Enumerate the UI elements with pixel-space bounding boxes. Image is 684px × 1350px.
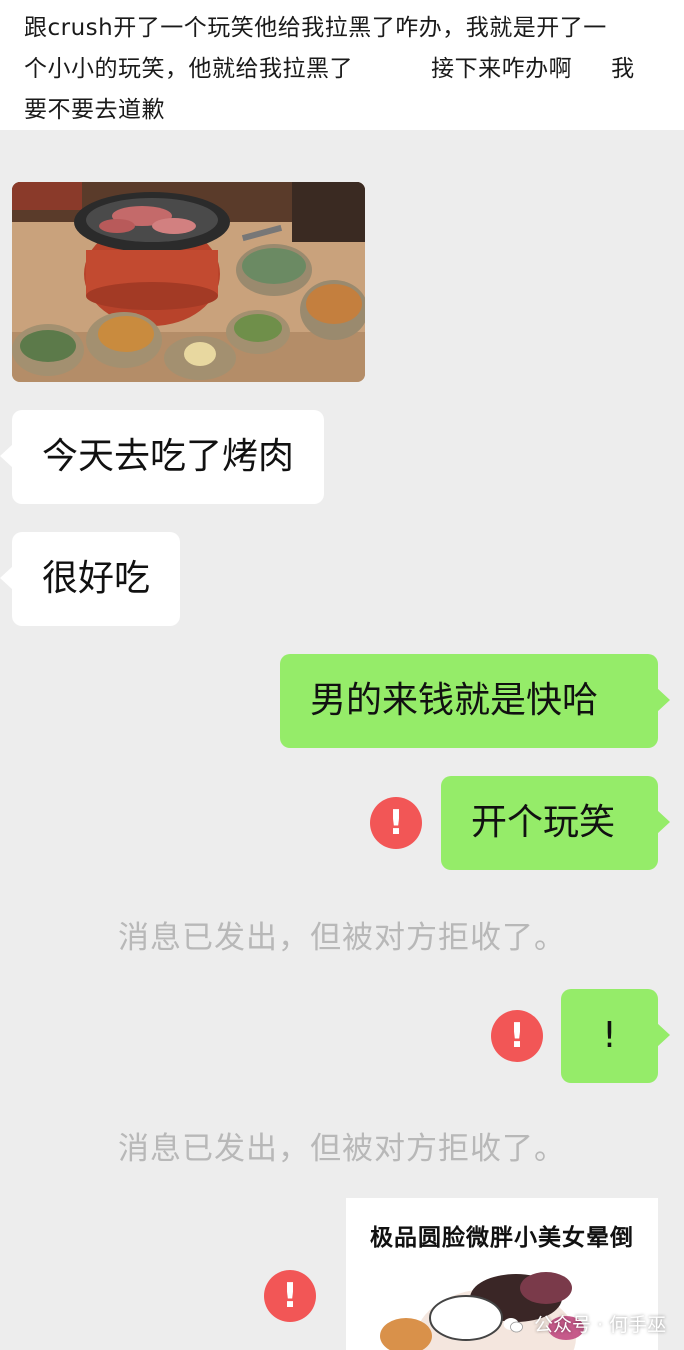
message-text: 开个玩笑 xyxy=(471,802,616,843)
error-icon-glyph: ! xyxy=(282,1276,298,1316)
received-message-bubble[interactable]: 很好吃 xyxy=(0,532,181,626)
post-text-line-2: 个小小的玩笑，他就给我拉黑了 接下来咋办啊 我 xyxy=(24,56,635,82)
bbq-photo-image xyxy=(12,182,365,382)
message-text: ! xyxy=(602,1015,617,1056)
send-failed-error-icon[interactable]: ! xyxy=(370,797,422,849)
watermark-text: 公众号 · 何手巫 xyxy=(534,1314,667,1336)
post-header: 跟crush开了一个玩笑他给我拉黑了咋办，我就是开了一 个小小的玩笑，他就给我拉… xyxy=(0,0,684,130)
error-icon-glyph: ! xyxy=(388,803,404,843)
received-message-bubble[interactable]: 今天去吃了烤肉 xyxy=(0,410,325,504)
bbq-photo[interactable] xyxy=(12,182,365,382)
post-text-line-3: 要不要去道歉 xyxy=(24,97,165,123)
watermark: 公众号 · 何手巫 xyxy=(503,1310,666,1337)
message-text: 男的来钱就是快哈 xyxy=(310,680,599,721)
wechat-icon xyxy=(503,1314,529,1336)
send-failed-error-icon[interactable]: ! xyxy=(264,1270,316,1322)
sent-message-bubble[interactable]: 开个玩笑 xyxy=(441,776,670,870)
message-text: 很好吃 xyxy=(42,558,151,599)
sent-message-bubble[interactable]: 男的来钱就是快哈 xyxy=(280,654,670,748)
message-text: 今天去吃了烤肉 xyxy=(42,436,295,477)
error-icon-glyph: ! xyxy=(509,1016,525,1056)
system-notice-rejected: 消息已发出，但被对方拒收了。 xyxy=(118,920,566,956)
sent-message-bubble[interactable]: ! xyxy=(561,989,670,1083)
post-text-line-1: 跟crush开了一个玩笑他给我拉黑了咋办，我就是开了一 xyxy=(24,15,607,41)
system-notice-rejected: 消息已发出，但被对方拒收了。 xyxy=(118,1131,566,1167)
send-failed-error-icon[interactable]: ! xyxy=(491,1010,543,1062)
